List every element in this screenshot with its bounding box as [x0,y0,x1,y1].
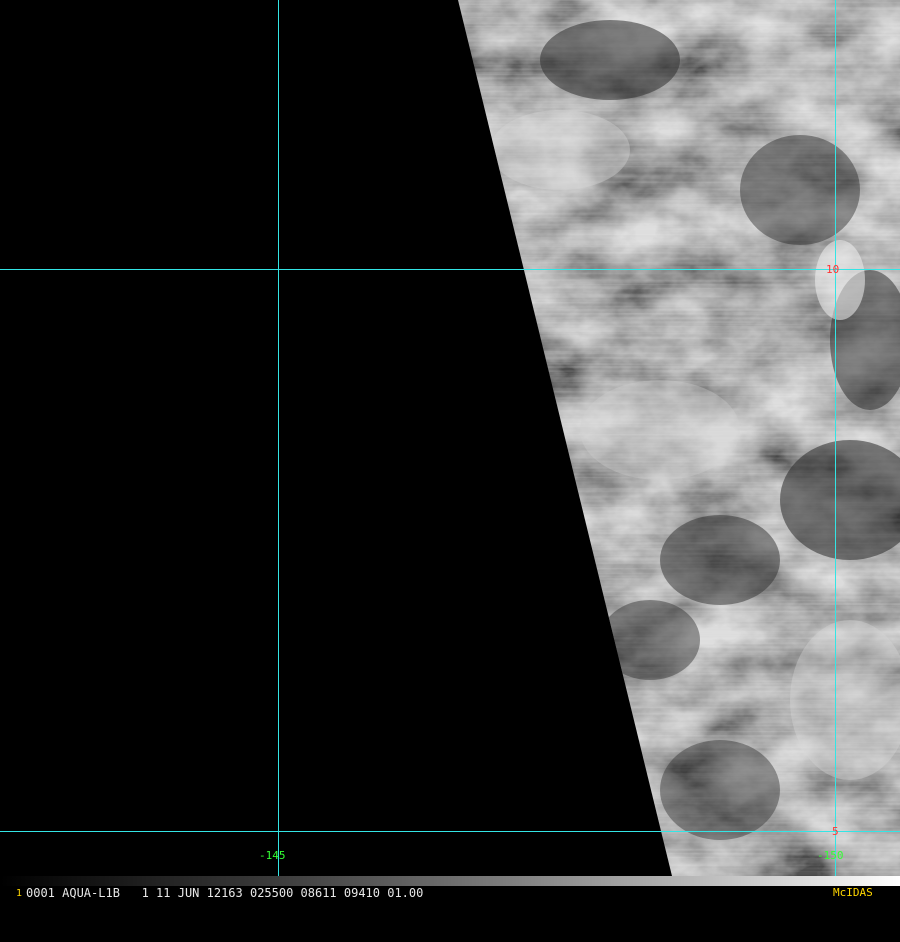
latitude-label-5: 5 [832,825,839,838]
latitude-label-10: 10 [826,263,839,276]
status-bar: 1 0001 AQUA-L1B 1 11 JUN 12163 025500 08… [0,886,900,900]
mcidas-brand-label: McIDAS [833,886,873,899]
grayscale-ramp [0,876,900,886]
longitude-label-145: -145 [259,849,286,862]
frame-number: 1 [16,888,23,899]
image-metadata-text: 0001 AQUA-L1B 1 11 JUN 12163 025500 0861… [26,886,424,900]
satellite-image-viewer: 10 5 -145 -150 [0,0,900,900]
satellite-image: 10 5 -145 -150 [0,0,900,900]
longitude-label-150: -150 [817,849,844,862]
